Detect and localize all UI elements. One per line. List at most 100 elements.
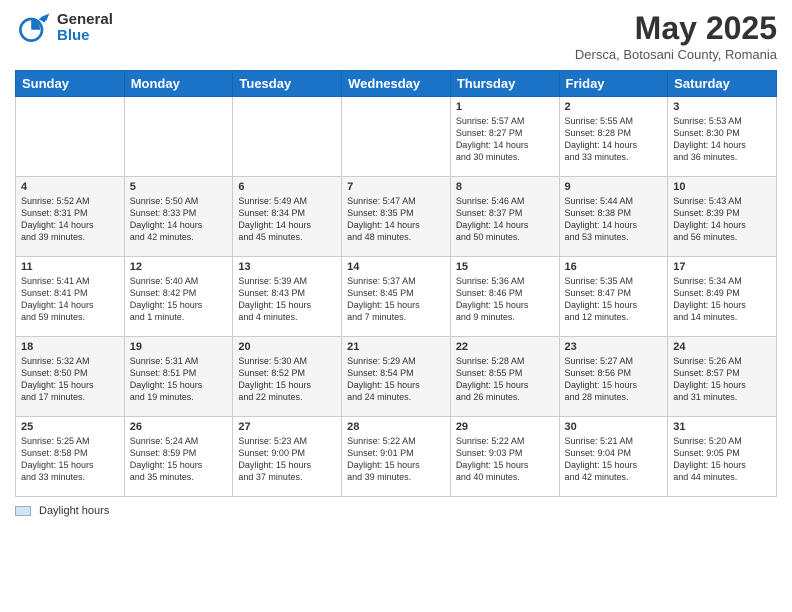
logo: General Blue: [15, 10, 113, 46]
day-number: 11: [21, 261, 119, 273]
day-number: 1: [456, 101, 554, 113]
calendar-day-header: Friday: [559, 71, 668, 97]
day-info: Sunrise: 5:55 AMSunset: 8:28 PMDaylight:…: [565, 115, 663, 164]
calendar-cell: 14 Sunrise: 5:37 AMSunset: 8:45 PMDayligh…: [342, 257, 451, 337]
calendar-cell: 27 Sunrise: 5:23 AMSunset: 9:00 PMDayligh…: [233, 417, 342, 497]
calendar-cell: 2 Sunrise: 5:55 AMSunset: 8:28 PMDaylight…: [559, 97, 668, 177]
calendar-cell: 26Sunrise: 5:24 AMSunset: 8:59 PMDayligh…: [124, 417, 233, 497]
day-info: Sunrise: 5:27 AMSunset: 8:56 PMDaylight:…: [565, 355, 663, 404]
day-info: Sunrise: 5:57 AMSunset: 8:27 PMDaylight:…: [456, 115, 554, 164]
logo-icon: [15, 10, 51, 46]
day-info: Sunrise: 5:31 AMSunset: 8:51 PMDaylight:…: [130, 355, 228, 404]
day-info: Sunrise: 5:21 AMSunset: 9:04 PMDaylight:…: [565, 435, 663, 484]
calendar-cell: 13Sunrise: 5:39 AMSunset: 8:43 PMDayligh…: [233, 257, 342, 337]
calendar-cell: 5 Sunrise: 5:50 AMSunset: 8:33 PMDaylight…: [124, 177, 233, 257]
day-info: Sunrise: 5:30 AMSunset: 8:52 PMDaylight:…: [238, 355, 336, 404]
calendar-day-header: Thursday: [450, 71, 559, 97]
day-info: Sunrise: 5:22 AMSunset: 9:03 PMDaylight:…: [456, 435, 554, 484]
calendar-cell: 23 Sunrise: 5:27 AMSunset: 8:56 PMDayligh…: [559, 337, 668, 417]
header: General Blue May 2025 Dersca, Botosani C…: [15, 10, 777, 62]
day-info: Sunrise: 5:46 AMSunset: 8:37 PMDaylight:…: [456, 195, 554, 244]
calendar-day-header: Sunday: [16, 71, 125, 97]
day-number: 28: [347, 421, 445, 433]
calendar-cell: 12Sunrise: 5:40 AMSunset: 8:42 PMDayligh…: [124, 257, 233, 337]
day-number: 26: [130, 421, 228, 433]
calendar-cell: 9 Sunrise: 5:44 AMSunset: 8:38 PMDaylight…: [559, 177, 668, 257]
calendar-cell: 4Sunrise: 5:52 AMSunset: 8:31 PMDaylight…: [16, 177, 125, 257]
day-info: Sunrise: 5:28 AMSunset: 8:55 PMDaylight:…: [456, 355, 554, 404]
day-info: Sunrise: 5:25 AMSunset: 8:58 PMDaylight:…: [21, 435, 119, 484]
day-info: Sunrise: 5:20 AMSunset: 9:05 PMDaylight:…: [673, 435, 771, 484]
calendar-cell: 30 Sunrise: 5:21 AMSunset: 9:04 PMDayligh…: [559, 417, 668, 497]
calendar-week-row: 1 Sunrise: 5:57 AMSunset: 8:27 PMDaylight…: [16, 97, 777, 177]
calendar-week-row: 18 Sunrise: 5:32 AMSunset: 8:50 PMDayligh…: [16, 337, 777, 417]
calendar-day-header: Monday: [124, 71, 233, 97]
day-number: 22: [456, 341, 554, 353]
calendar-cell: 21 Sunrise: 5:29 AMSunset: 8:54 PMDayligh…: [342, 337, 451, 417]
calendar-cell: 11 Sunrise: 5:41 AMSunset: 8:41 PMDayligh…: [16, 257, 125, 337]
calendar-week-row: 11 Sunrise: 5:41 AMSunset: 8:41 PMDayligh…: [16, 257, 777, 337]
calendar-header-row: SundayMondayTuesdayWednesdayThursdayFrid…: [16, 71, 777, 97]
day-info: Sunrise: 5:39 AMSunset: 8:43 PMDaylight:…: [238, 275, 336, 324]
calendar-cell: 24 Sunrise: 5:26 AMSunset: 8:57 PMDayligh…: [668, 337, 777, 417]
day-number: 24: [673, 341, 771, 353]
day-number: 19: [130, 341, 228, 353]
logo-general-text: General: [57, 12, 113, 29]
footer: Daylight hours: [15, 505, 777, 517]
day-number: 4: [21, 181, 119, 193]
logo-text: General Blue: [57, 12, 113, 45]
day-number: 5: [130, 181, 228, 193]
day-info: Sunrise: 5:53 AMSunset: 8:30 PMDaylight:…: [673, 115, 771, 164]
day-number: 6: [238, 181, 336, 193]
day-number: 3: [673, 101, 771, 113]
calendar-day-header: Wednesday: [342, 71, 451, 97]
calendar-cell: 1 Sunrise: 5:57 AMSunset: 8:27 PMDaylight…: [450, 97, 559, 177]
legend-label: Daylight hours: [39, 505, 109, 517]
calendar-cell: 8 Sunrise: 5:46 AMSunset: 8:37 PMDaylight…: [450, 177, 559, 257]
calendar-cell: 20Sunrise: 5:30 AMSunset: 8:52 PMDayligh…: [233, 337, 342, 417]
calendar-subtitle: Dersca, Botosani County, Romania: [575, 47, 777, 62]
day-number: 18: [21, 341, 119, 353]
day-number: 21: [347, 341, 445, 353]
day-number: 8: [456, 181, 554, 193]
day-number: 29: [456, 421, 554, 433]
calendar-cell: [233, 97, 342, 177]
day-info: Sunrise: 5:43 AMSunset: 8:39 PMDaylight:…: [673, 195, 771, 244]
calendar-cell: [16, 97, 125, 177]
day-info: Sunrise: 5:32 AMSunset: 8:50 PMDaylight:…: [21, 355, 119, 404]
day-number: 30: [565, 421, 663, 433]
calendar-cell: 19 Sunrise: 5:31 AMSunset: 8:51 PMDayligh…: [124, 337, 233, 417]
day-number: 9: [565, 181, 663, 193]
day-info: Sunrise: 5:26 AMSunset: 8:57 PMDaylight:…: [673, 355, 771, 404]
day-info: Sunrise: 5:29 AMSunset: 8:54 PMDaylight:…: [347, 355, 445, 404]
calendar-week-row: 4Sunrise: 5:52 AMSunset: 8:31 PMDaylight…: [16, 177, 777, 257]
day-number: 27: [238, 421, 336, 433]
calendar-cell: [342, 97, 451, 177]
day-number: 23: [565, 341, 663, 353]
day-number: 10: [673, 181, 771, 193]
calendar-cell: 29 Sunrise: 5:22 AMSunset: 9:03 PMDayligh…: [450, 417, 559, 497]
day-number: 14: [347, 261, 445, 273]
day-info: Sunrise: 5:41 AMSunset: 8:41 PMDaylight:…: [21, 275, 119, 324]
day-info: Sunrise: 5:40 AMSunset: 8:42 PMDaylight:…: [130, 275, 228, 324]
calendar-cell: 31Sunrise: 5:20 AMSunset: 9:05 PMDayligh…: [668, 417, 777, 497]
day-info: Sunrise: 5:22 AMSunset: 9:01 PMDaylight:…: [347, 435, 445, 484]
calendar-cell: 16Sunrise: 5:35 AMSunset: 8:47 PMDayligh…: [559, 257, 668, 337]
calendar-week-row: 25Sunrise: 5:25 AMSunset: 8:58 PMDayligh…: [16, 417, 777, 497]
calendar-title: May 2025: [575, 10, 777, 47]
day-number: 2: [565, 101, 663, 113]
day-info: Sunrise: 5:44 AMSunset: 8:38 PMDaylight:…: [565, 195, 663, 244]
day-number: 7: [347, 181, 445, 193]
calendar-cell: 15Sunrise: 5:36 AMSunset: 8:46 PMDayligh…: [450, 257, 559, 337]
calendar-cell: 3 Sunrise: 5:53 AMSunset: 8:30 PMDaylight…: [668, 97, 777, 177]
calendar-cell: 25Sunrise: 5:25 AMSunset: 8:58 PMDayligh…: [16, 417, 125, 497]
day-info: Sunrise: 5:50 AMSunset: 8:33 PMDaylight:…: [130, 195, 228, 244]
day-info: Sunrise: 5:37 AMSunset: 8:45 PMDaylight:…: [347, 275, 445, 324]
day-info: Sunrise: 5:36 AMSunset: 8:46 PMDaylight:…: [456, 275, 554, 324]
calendar-day-header: Tuesday: [233, 71, 342, 97]
day-info: Sunrise: 5:23 AMSunset: 9:00 PMDaylight:…: [238, 435, 336, 484]
day-number: 16: [565, 261, 663, 273]
calendar-table: SundayMondayTuesdayWednesdayThursdayFrid…: [15, 70, 777, 497]
day-info: Sunrise: 5:47 AMSunset: 8:35 PMDaylight:…: [347, 195, 445, 244]
logo-blue-text: Blue: [57, 28, 113, 45]
